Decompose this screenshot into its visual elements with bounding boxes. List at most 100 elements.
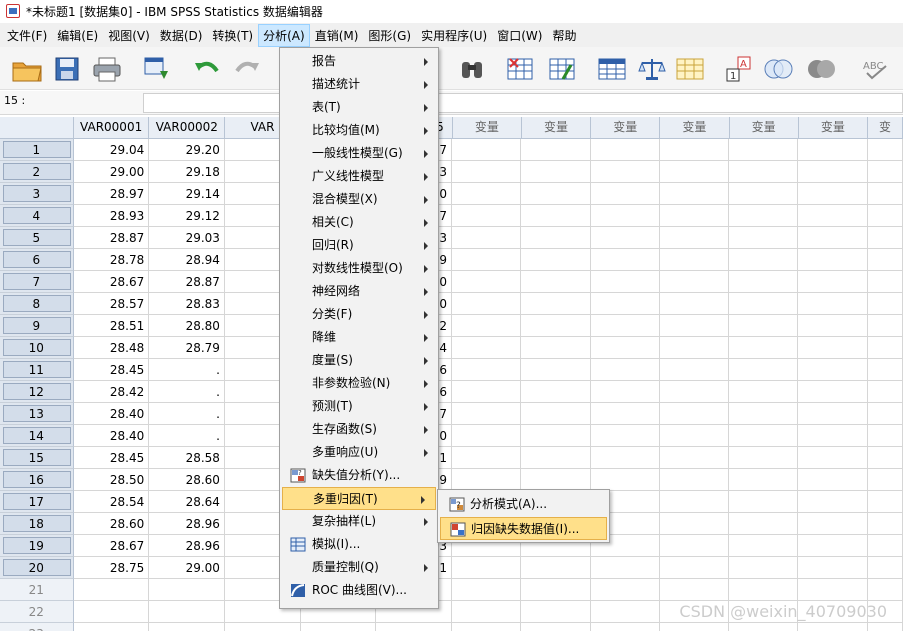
menu-analyze[interactable]: 分析(A) (258, 23, 310, 47)
grid-cell[interactable] (452, 205, 522, 227)
grid-cell[interactable] (729, 469, 799, 491)
grid-cell[interactable] (521, 469, 591, 491)
grid-cell[interactable] (729, 491, 799, 513)
grid-cell[interactable] (798, 535, 868, 557)
grid-cell[interactable] (659, 161, 730, 183)
analyze-menu-item[interactable]: 质量控制(Q) (280, 556, 438, 579)
grid-cell[interactable] (590, 183, 660, 205)
grid-cell[interactable] (452, 425, 522, 447)
grid-cell[interactable] (729, 227, 799, 249)
grid-cell[interactable]: 28.40 (73, 403, 150, 425)
grid-cell[interactable] (590, 403, 660, 425)
column-header[interactable]: VAR00001 (73, 117, 150, 139)
grid-cell[interactable] (521, 205, 591, 227)
row-number[interactable]: 9 (0, 315, 74, 337)
grid-cell[interactable] (867, 205, 903, 227)
grid-cell[interactable] (798, 271, 868, 293)
grid-cell[interactable] (452, 601, 522, 623)
analyze-menu-item[interactable]: 降维 (280, 326, 438, 349)
grid-cell[interactable] (659, 579, 730, 601)
grid-cell[interactable] (225, 623, 301, 631)
grid-cell[interactable] (867, 161, 903, 183)
grid-cell[interactable] (729, 161, 799, 183)
grid-cell[interactable]: 28.60 (73, 513, 150, 535)
grid-cell[interactable] (867, 447, 903, 469)
grid-cell[interactable]: 28.54 (73, 491, 150, 513)
grid-cell[interactable] (798, 139, 868, 161)
redo-icon[interactable] (230, 53, 264, 85)
analyze-menu-item[interactable]: 比较均值(M) (280, 119, 438, 142)
row-number[interactable]: 11 (0, 359, 74, 381)
grid-cell[interactable] (729, 513, 799, 535)
grid-cell[interactable]: . (149, 381, 225, 403)
grid-cell[interactable] (867, 469, 903, 491)
grid-cell[interactable] (521, 447, 591, 469)
grid-cell[interactable] (729, 337, 799, 359)
row-number[interactable]: 19 (0, 535, 74, 557)
grid-cell[interactable] (729, 425, 799, 447)
grid-cell[interactable] (798, 469, 868, 491)
menu-window[interactable]: 窗口(W) (492, 24, 547, 47)
grid-cell[interactable] (521, 271, 591, 293)
grid-cell[interactable] (798, 161, 868, 183)
grid-cell[interactable] (590, 271, 660, 293)
column-header[interactable]: 变量 (798, 117, 868, 139)
grid-cell[interactable]: 28.96 (149, 535, 225, 557)
grid-cell[interactable] (867, 491, 903, 513)
analyze-menu-item[interactable]: 生存函数(S) (280, 418, 438, 441)
grid-cell[interactable]: 28.87 (149, 271, 225, 293)
row-number[interactable]: 14 (0, 425, 74, 447)
grid-cell[interactable] (452, 227, 522, 249)
grid-cell[interactable] (452, 579, 522, 601)
grid-cell[interactable]: 28.97 (73, 183, 150, 205)
grid-cell[interactable] (591, 623, 660, 631)
grid-cell[interactable] (867, 315, 903, 337)
grid-cell[interactable] (729, 359, 799, 381)
menu-edit[interactable]: 编辑(E) (52, 24, 103, 47)
grid-cell[interactable] (729, 535, 799, 557)
grid-cell[interactable] (452, 315, 522, 337)
grid-cell[interactable] (867, 249, 903, 271)
grid-cell[interactable] (452, 623, 522, 631)
grid-cell[interactable]: 29.12 (149, 205, 225, 227)
grid-cell[interactable] (452, 249, 522, 271)
row-number[interactable]: 10 (0, 337, 74, 359)
row-number[interactable]: 16 (0, 469, 74, 491)
grid-cell[interactable] (452, 337, 522, 359)
grid-cell[interactable] (590, 601, 660, 623)
grid-cell[interactable]: 28.42 (73, 381, 150, 403)
row-number[interactable]: 17 (0, 491, 74, 513)
grid-cell[interactable] (798, 513, 868, 535)
print-icon[interactable] (90, 53, 124, 85)
grid-cell[interactable] (798, 579, 868, 601)
analyze-menu-item[interactable]: 描述统计 (280, 73, 438, 96)
grid-cell[interactable] (729, 557, 799, 579)
save-icon[interactable] (50, 53, 84, 85)
grid-cell[interactable] (867, 139, 903, 161)
grid-cell[interactable]: 28.83 (149, 293, 225, 315)
analyze-patterns-item[interactable]: ? 分析模式(A)... (440, 493, 607, 516)
row-number[interactable]: 7 (0, 271, 74, 293)
menu-transform[interactable]: 转换(T) (207, 24, 258, 47)
grid-cell[interactable]: 28.64 (149, 491, 225, 513)
row-number[interactable]: 6 (0, 249, 74, 271)
analyze-menu-item[interactable]: 模拟(I)... (280, 533, 438, 556)
grid-cell[interactable] (521, 249, 591, 271)
row-number[interactable]: 18 (0, 513, 74, 535)
grid-cell[interactable] (798, 447, 868, 469)
grid-cell[interactable]: 28.48 (73, 337, 150, 359)
grid-cell[interactable] (521, 623, 591, 631)
column-header[interactable]: 变量 (729, 117, 799, 139)
grid-cell[interactable] (729, 579, 799, 601)
cell-value-editor[interactable] (143, 93, 903, 113)
grid-cell[interactable] (590, 139, 660, 161)
grid-cell[interactable] (521, 403, 591, 425)
row-number[interactable]: 12 (0, 381, 74, 403)
spell-check-icon[interactable]: ABC (860, 53, 894, 85)
grid-cell[interactable] (867, 337, 903, 359)
analyze-menu-item[interactable]: 非参数检验(N) (280, 372, 438, 395)
grid-cell[interactable] (729, 293, 799, 315)
analyze-menu-item[interactable]: 分类(F) (280, 303, 438, 326)
grid-cell[interactable]: 28.45 (73, 359, 150, 381)
row-number[interactable]: 2 (0, 161, 74, 183)
